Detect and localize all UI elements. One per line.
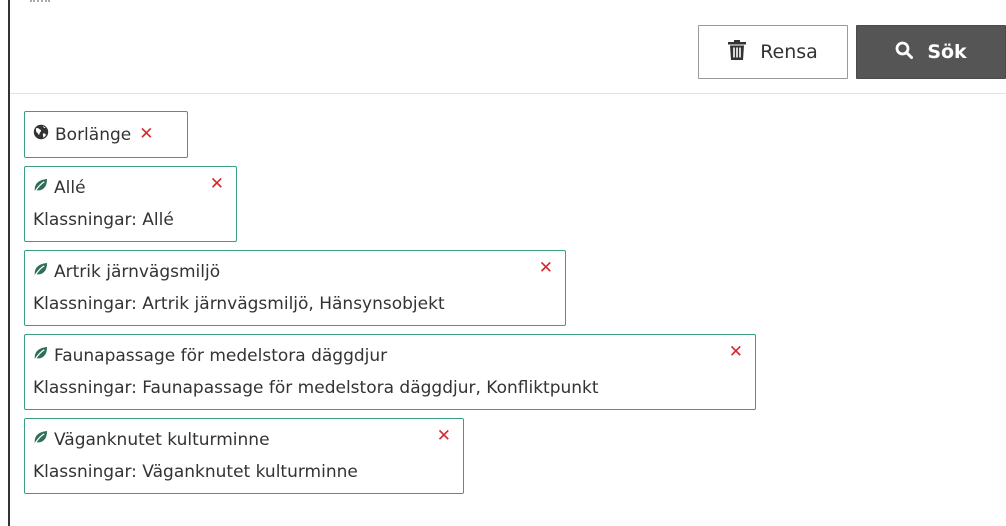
scroll-cutoff-hint (30, 0, 50, 8)
leaf-icon (33, 345, 48, 367)
remove-class-filter-button[interactable]: ✕ (539, 260, 553, 277)
class-filter-title: Väganknutet kulturminne (33, 429, 427, 451)
class-filter-label: Väganknutet kulturminne (54, 430, 270, 450)
remove-area-filter-button[interactable]: ✕ (139, 126, 153, 143)
remove-class-filter-button[interactable]: ✕ (437, 428, 451, 445)
toolbar-divider (10, 93, 1006, 94)
class-filter-classifications: Klassningar: Allé (33, 210, 174, 230)
class-filter-classifications: Klassningar: Väganknutet kulturminne (33, 462, 358, 482)
leaf-icon (33, 177, 48, 199)
class-filter-label: Allé (54, 178, 86, 198)
class-filter-title: Faunapassage för medelstora däggdjur (33, 345, 719, 367)
search-button-label: Sök (927, 41, 967, 63)
class-filter-classifications: Klassningar: Faunapassage för medelstora… (33, 378, 599, 398)
class-filter-chip: Artrik järnvägsmiljö Klassningar: Artrik… (24, 250, 566, 326)
class-filter-chip: Väganknutet kulturminne Klassningar: Väg… (24, 418, 464, 494)
panel-left-border (8, 0, 10, 526)
search-icon (895, 41, 914, 64)
active-filters-list: Borlänge ✕ Allé Klassningar: Allé ✕ Artr… (24, 111, 756, 502)
class-filter-chip: Allé Klassningar: Allé ✕ (24, 166, 237, 242)
leaf-icon (33, 261, 48, 283)
leaf-icon (33, 429, 48, 451)
remove-class-filter-button[interactable]: ✕ (210, 176, 224, 193)
globe-icon (33, 124, 49, 145)
clear-button-label: Rensa (760, 41, 818, 63)
class-filter-classifications: Klassningar: Artrik järnvägsmiljö, Hänsy… (33, 294, 445, 314)
class-filter-label: Faunapassage för medelstora däggdjur (54, 346, 388, 366)
class-filter-label: Artrik järnvägsmiljö (54, 262, 221, 282)
area-filter-chip: Borlänge ✕ (24, 111, 188, 158)
area-filter-label: Borlänge (55, 124, 132, 145)
filter-panel: Rensa Sök Borlänge ✕ Allé Klassningar: A… (0, 0, 1006, 526)
filter-toolbar: Rensa Sök (698, 25, 1006, 79)
remove-class-filter-button[interactable]: ✕ (729, 344, 743, 361)
trash-icon (728, 39, 747, 65)
search-button[interactable]: Sök (856, 25, 1006, 79)
clear-button[interactable]: Rensa (698, 25, 848, 79)
class-filter-title: Artrik järnvägsmiljö (33, 261, 529, 283)
class-filter-chip: Faunapassage för medelstora däggdjur Kla… (24, 334, 756, 410)
class-filter-title: Allé (33, 177, 200, 199)
